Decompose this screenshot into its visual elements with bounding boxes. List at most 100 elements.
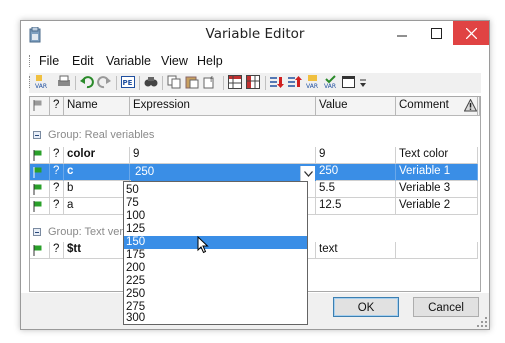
name-cell[interactable]: $tt <box>64 242 130 259</box>
flag-cell[interactable] <box>30 181 50 198</box>
cancel-button[interactable]: Cancel <box>413 297 479 317</box>
status-column-header[interactable]: ? <box>50 97 64 116</box>
paste-icon[interactable] <box>185 75 199 89</box>
flag-icon <box>33 100 42 111</box>
dropdown-option-highlighted[interactable]: 150 <box>124 236 307 249</box>
close-icon <box>465 27 477 39</box>
toolbar-separator <box>116 76 117 90</box>
status-cell: ? <box>50 181 64 198</box>
group-label: Group: Real veriables <box>48 129 155 141</box>
flag-cell[interactable] <box>30 147 50 164</box>
menu-file[interactable]: File <box>39 54 59 68</box>
minimize-icon <box>397 35 407 37</box>
svg-text:PE: PE <box>123 79 133 87</box>
grid-header: ? Name Expression Value Comment <box>30 97 480 116</box>
combobox-dropdown-button[interactable] <box>300 166 315 181</box>
var-sort-icon[interactable]: VAR <box>306 75 320 89</box>
dropdown-option[interactable]: 125 <box>124 223 307 236</box>
dropdown-option[interactable]: 225 <box>124 275 307 288</box>
comment-cell[interactable]: Text color <box>396 147 478 164</box>
comment-cell[interactable]: Veriable 1 <box>396 164 478 181</box>
group-label: Group: Text veria <box>48 226 132 238</box>
comment-cell[interactable]: Veriable 2 <box>396 198 478 215</box>
flag-cell[interactable] <box>30 242 50 259</box>
menu-help[interactable]: Help <box>197 54 223 68</box>
toolbar-separator <box>162 76 163 90</box>
expression-combobox-value[interactable]: 250 <box>135 166 154 178</box>
flag-column-header[interactable] <box>30 97 50 116</box>
value-cell: 9 <box>316 147 396 164</box>
expression-cell[interactable]: 9 <box>130 147 316 164</box>
ok-button[interactable]: OK <box>333 297 399 317</box>
status-cell: ? <box>50 164 64 181</box>
grid-icon[interactable] <box>228 75 242 89</box>
status-cell: ? <box>50 147 64 164</box>
title-bar: Variable Editor <box>21 21 489 49</box>
copy-icon[interactable] <box>167 75 181 89</box>
minimize-button[interactable] <box>385 21 419 45</box>
name-cell[interactable]: b <box>64 181 130 198</box>
dropdown-option[interactable]: 250 <box>124 288 307 301</box>
close-button[interactable] <box>453 21 489 45</box>
maximize-button[interactable] <box>419 21 453 45</box>
dropdown-option[interactable]: 300 <box>124 312 307 325</box>
menu-grip <box>29 55 33 67</box>
toolbar: VAR PE f VAR VAR <box>29 73 481 93</box>
comment-cell[interactable]: Veriable 3 <box>396 181 478 198</box>
flag-cell[interactable] <box>30 164 50 181</box>
chevron-down-icon <box>303 170 313 177</box>
expression-dropdown-list[interactable]: 50 75 100 125 150 175 200 225 250 275 30… <box>123 181 308 325</box>
pe-icon[interactable]: PE <box>121 75 135 89</box>
window-icon[interactable] <box>342 75 356 89</box>
menu-variable[interactable]: Variable <box>106 54 151 68</box>
dropdown-option[interactable]: 75 <box>124 197 307 210</box>
value-cell: 5.5 <box>316 181 396 198</box>
value-column-header[interactable]: Value <box>316 97 396 116</box>
status-cell: ? <box>50 198 64 215</box>
maximize-icon <box>430 27 442 39</box>
flag-icon <box>33 167 42 178</box>
dropdown-option[interactable]: 175 <box>124 249 307 262</box>
paste-special-icon[interactable]: f <box>203 75 217 89</box>
grid-alt-icon[interactable] <box>246 75 260 89</box>
expression-combobox[interactable]: 250 <box>131 164 316 181</box>
value-cell: 250 <box>316 164 396 181</box>
move-down-icon[interactable] <box>270 75 284 89</box>
table-row[interactable]: ? color 9 9 Text color <box>30 147 480 164</box>
name-cell[interactable]: c <box>64 164 130 181</box>
undo-icon[interactable] <box>80 75 94 89</box>
name-cell[interactable]: color <box>64 147 130 164</box>
toolbar-separator <box>75 76 76 90</box>
dropdown-arrow-icon[interactable] <box>359 75 367 89</box>
name-column-header[interactable]: Name <box>64 97 130 116</box>
toolbar-separator <box>139 76 140 90</box>
var-new-icon[interactable]: VAR <box>35 75 49 89</box>
move-up-icon[interactable] <box>288 75 302 89</box>
resize-grip-icon[interactable] <box>477 317 487 327</box>
dropdown-option[interactable]: 50 <box>124 184 307 197</box>
find-icon[interactable] <box>144 75 158 89</box>
menu-edit[interactable]: Edit <box>72 54 94 68</box>
dropdown-option[interactable]: 100 <box>124 210 307 223</box>
toolbar-grip <box>29 76 33 88</box>
svg-text:VAR: VAR <box>306 83 318 89</box>
redo-icon[interactable] <box>97 75 111 89</box>
flag-cell[interactable] <box>30 198 50 215</box>
collapse-icon[interactable] <box>33 131 41 139</box>
flag-icon <box>33 245 42 256</box>
svg-text:VAR: VAR <box>324 83 336 89</box>
flag-icon <box>33 150 42 161</box>
print-icon[interactable] <box>57 75 71 89</box>
comment-cell[interactable] <box>396 242 478 259</box>
group-header-real[interactable]: Group: Real veriables <box>30 127 480 144</box>
collapse-icon[interactable] <box>33 228 41 236</box>
expression-column-header[interactable]: Expression <box>130 97 316 116</box>
name-cell[interactable]: a <box>64 198 130 215</box>
menu-view[interactable]: View <box>161 54 188 68</box>
flag-icon <box>33 184 42 195</box>
menu-bar: File Edit Variable View Help <box>21 51 489 71</box>
dropdown-option[interactable]: 200 <box>124 262 307 275</box>
warning-icon[interactable] <box>464 99 477 112</box>
toolbar-separator <box>265 76 266 90</box>
var-check-icon[interactable]: VAR <box>324 75 338 89</box>
